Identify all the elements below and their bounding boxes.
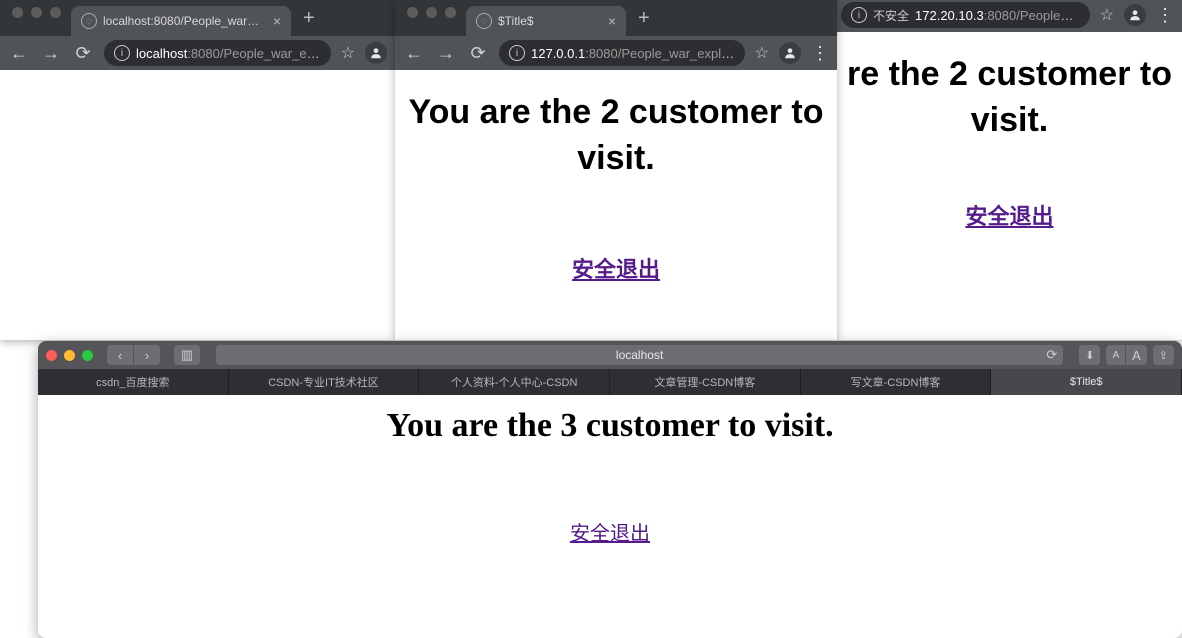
- tab-item[interactable]: 文章管理-CSDN博客: [610, 369, 801, 395]
- url-text: 172.20.10.3:8080/People_war_…: [915, 8, 1080, 23]
- browser-tab[interactable]: ◌ localhost:8080/People_war_ex… ×: [71, 6, 291, 36]
- tab-item[interactable]: 个人资料-个人中心-CSDN: [419, 369, 610, 395]
- address-bar[interactable]: i localhost:8080/People_war_exploded/lo…: [104, 40, 331, 66]
- window-controls[interactable]: [403, 7, 466, 28]
- forward-button[interactable]: →: [40, 43, 62, 64]
- url-text: 127.0.0.1:8080/People_war_exploded/in…: [531, 46, 735, 61]
- visitor-heading: re the 2 customer to visit.: [845, 52, 1174, 144]
- reader-small-button[interactable]: A: [1106, 345, 1125, 365]
- address-bar[interactable]: i 不安全 172.20.10.3:8080/People_war_…: [841, 2, 1090, 28]
- tab-title: localhost:8080/People_war_ex…: [103, 14, 263, 28]
- profile-icon[interactable]: [365, 42, 387, 64]
- profile-icon[interactable]: [1124, 4, 1146, 26]
- back-button[interactable]: ‹: [107, 345, 133, 365]
- globe-icon: ◌: [476, 13, 492, 29]
- tab-item[interactable]: csdn_百度搜索: [38, 369, 229, 395]
- page-content: [0, 70, 395, 80]
- window-controls[interactable]: [46, 350, 93, 361]
- info-icon: i: [509, 45, 525, 61]
- bookmark-icon[interactable]: ☆: [755, 43, 769, 63]
- reader-large-button[interactable]: A: [1126, 345, 1147, 365]
- address-bar[interactable]: localhost ⟳: [216, 345, 1063, 365]
- bookmark-icon[interactable]: ☆: [1100, 5, 1114, 25]
- sidebar-button[interactable]: ▥: [174, 345, 200, 365]
- url-text: localhost:8080/People_war_exploded/lo…: [136, 46, 321, 61]
- tab-bar: csdn_百度搜索 CSDN-专业IT技术社区 个人资料-个人中心-CSDN 文…: [38, 369, 1182, 395]
- info-icon: i: [114, 45, 130, 61]
- url-text: localhost: [616, 348, 663, 362]
- page-content: You are the 2 customer to visit. 安全退出: [395, 70, 837, 284]
- tab-item[interactable]: CSDN-专业IT技术社区: [229, 369, 420, 395]
- address-bar[interactable]: i 127.0.0.1:8080/People_war_exploded/in…: [499, 40, 745, 66]
- forward-button[interactable]: ›: [134, 345, 160, 365]
- logout-link[interactable]: 安全退出: [572, 252, 660, 284]
- profile-icon[interactable]: [779, 42, 801, 64]
- new-tab-button[interactable]: +: [291, 7, 327, 36]
- reload-icon[interactable]: ⟳: [1046, 347, 1057, 363]
- info-icon: i: [851, 7, 867, 23]
- back-button[interactable]: ←: [8, 43, 30, 64]
- logout-link[interactable]: 安全退出: [965, 199, 1053, 231]
- reload-button[interactable]: ⟳: [467, 43, 489, 64]
- downloads-button[interactable]: ⬇: [1079, 345, 1100, 365]
- close-icon[interactable]: ×: [608, 13, 616, 29]
- logout-link[interactable]: 安全退出: [570, 517, 650, 546]
- globe-icon: ◌: [81, 13, 97, 29]
- reload-button[interactable]: ⟳: [72, 43, 94, 64]
- browser-tab[interactable]: ◌ $Title$ ×: [466, 6, 626, 36]
- visitor-heading: You are the 3 customer to visit.: [38, 407, 1182, 445]
- not-secure-label: 不安全: [873, 7, 909, 24]
- bookmark-icon[interactable]: ☆: [341, 43, 355, 63]
- tab-item-active[interactable]: $Title$: [991, 369, 1182, 395]
- window-controls[interactable]: [8, 7, 71, 28]
- forward-button[interactable]: →: [435, 43, 457, 64]
- new-tab-button[interactable]: +: [626, 7, 662, 36]
- back-button[interactable]: ←: [403, 43, 425, 64]
- share-button[interactable]: ⇪: [1153, 345, 1174, 365]
- tab-title: $Title$: [498, 14, 598, 28]
- tab-item[interactable]: 写文章-CSDN博客: [801, 369, 992, 395]
- visitor-heading: You are the 2 customer to visit.: [403, 90, 829, 182]
- menu-icon[interactable]: ⋮: [811, 43, 829, 64]
- page-content: re the 2 customer to visit. 安全退出: [837, 32, 1182, 231]
- menu-icon[interactable]: ⋮: [1156, 5, 1174, 26]
- page-content: You are the 3 customer to visit. 安全退出: [38, 395, 1182, 546]
- close-icon[interactable]: ×: [273, 13, 281, 29]
